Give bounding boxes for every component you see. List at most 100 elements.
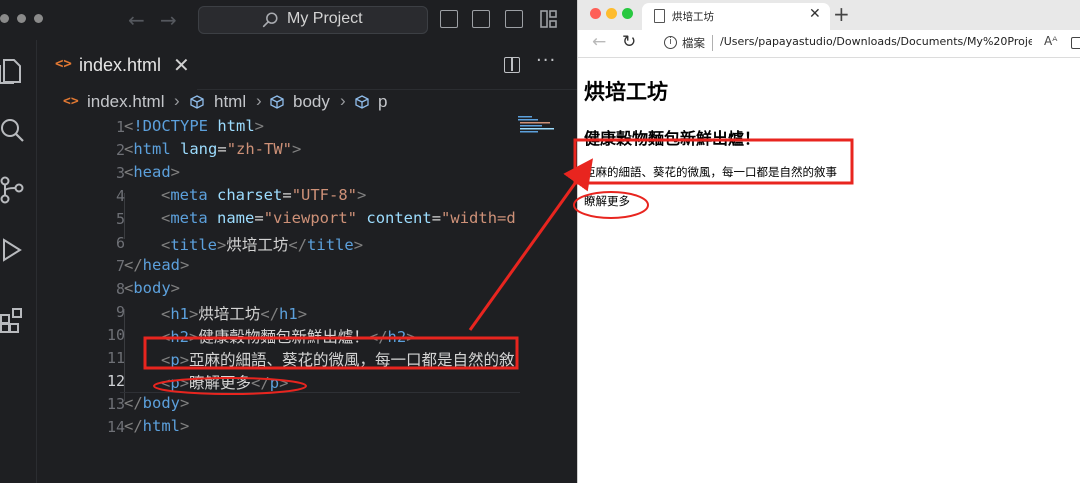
line-number: 10 bbox=[106, 325, 125, 344]
code-line[interactable]: 1 <!DOCTYPE html> bbox=[37, 116, 577, 139]
code-line[interactable]: 3 <head> bbox=[37, 162, 577, 185]
chevron-right-icon: › bbox=[256, 91, 262, 110]
extension-icon[interactable] bbox=[1071, 37, 1080, 49]
line-number: 7 bbox=[115, 256, 125, 275]
line-number: 12 bbox=[106, 372, 125, 391]
tab-label: index.html bbox=[79, 55, 162, 75]
line-number: 8 bbox=[115, 279, 125, 298]
source-control-icon[interactable] bbox=[0, 176, 24, 204]
toggle-secondary-sidebar-icon[interactable] bbox=[505, 10, 523, 28]
maximize-window-button[interactable] bbox=[622, 8, 633, 19]
line-number: 6 bbox=[115, 233, 125, 252]
chevron-right-icon: › bbox=[174, 91, 180, 110]
code-text: <meta name="viewport" content="width=d bbox=[161, 209, 516, 228]
extensions-icon[interactable] bbox=[0, 306, 24, 334]
current-line-highlight bbox=[120, 392, 520, 393]
code-line[interactable]: 4 <meta charset="UTF-8"> bbox=[37, 185, 577, 208]
vscode-window: ← → My Project <> index.html ✕ ··· <> in… bbox=[0, 0, 577, 483]
browser-tab[interactable]: 烘培工坊 ✕ bbox=[642, 3, 830, 30]
code-text: <p>亞麻的細語、葵花的微風，每一口都是自然的敘 bbox=[161, 351, 515, 369]
line-number: 1 bbox=[115, 118, 125, 136]
breadcrumb-item-file[interactable]: index.html bbox=[87, 92, 164, 112]
code-editor[interactable]: 1 <!DOCTYPE html> 2 <html lang="zh-TW"> 3 <he… bbox=[37, 114, 577, 483]
code-line[interactable]: 2 <html lang="zh-TW"> bbox=[37, 139, 577, 162]
minimize-window-button[interactable] bbox=[606, 8, 617, 19]
code-line[interactable]: 14 </html> bbox=[37, 416, 577, 439]
divider bbox=[712, 35, 713, 51]
code-text: <!DOCTYPE html> bbox=[124, 117, 265, 135]
browser-tab-strip: 烘培工坊 ✕ + bbox=[578, 0, 1080, 30]
security-label[interactable]: 檔案 bbox=[682, 35, 705, 51]
code-text: </body> bbox=[124, 394, 190, 413]
command-center-search[interactable]: My Project bbox=[198, 6, 428, 34]
window-controls[interactable] bbox=[0, 14, 43, 23]
split-editor-icon[interactable] bbox=[504, 57, 520, 73]
back-icon[interactable]: ← bbox=[592, 32, 606, 52]
element-cube-icon bbox=[355, 95, 369, 109]
element-cube-icon bbox=[190, 95, 204, 109]
run-debug-icon[interactable] bbox=[0, 236, 24, 264]
code-text: </html> bbox=[124, 417, 190, 436]
customize-layout-icon[interactable] bbox=[540, 10, 558, 28]
code-line[interactable]: 11 <p>亞麻的細語、葵花的微風，每一口都是自然的敘 bbox=[37, 347, 577, 370]
toggle-panel-icon[interactable] bbox=[472, 10, 490, 28]
line-number: 5 bbox=[115, 210, 125, 229]
page-subheading: 健康穀物麵包新鮮出爐！ bbox=[584, 129, 761, 148]
page-heading: 烘培工坊 bbox=[584, 80, 668, 104]
code-text: <head> bbox=[124, 163, 181, 182]
breadcrumb: <> index.html › html › body › p bbox=[37, 91, 577, 114]
line-number: 3 bbox=[115, 164, 125, 183]
close-icon[interactable]: ✕ bbox=[173, 53, 190, 77]
reader-mode-icon[interactable]: Aᴬ bbox=[1044, 34, 1057, 48]
new-tab-button[interactable]: + bbox=[833, 2, 850, 26]
browser-toolbar: ← ↻ i 檔案 /Users/papayastudio/Downloads/D… bbox=[578, 30, 1080, 58]
code-text: <h2>健康穀物麵包新鮮出爐！</h2> bbox=[161, 327, 416, 346]
activity-bar bbox=[0, 40, 37, 483]
title-bar: ← → My Project bbox=[0, 0, 577, 40]
line-number: 11 bbox=[106, 349, 125, 367]
line-number: 4 bbox=[115, 187, 125, 206]
back-arrow-icon[interactable]: ← bbox=[128, 8, 145, 32]
code-text: <body> bbox=[124, 278, 181, 297]
code-text: <p>瞭解更多</p> bbox=[161, 374, 289, 393]
code-text: <html lang="zh-TW"> bbox=[124, 140, 302, 159]
browser-tab-title: 烘培工坊 bbox=[672, 11, 714, 23]
breadcrumb-item-body[interactable]: body bbox=[293, 92, 330, 112]
page-paragraph: 亞麻的細語、葵花的微風，每一口都是自然的敘事 bbox=[584, 165, 837, 179]
minimap[interactable] bbox=[518, 116, 556, 136]
address-bar[interactable]: /Users/papayastudio/Downloads/Documents/… bbox=[720, 35, 1032, 48]
code-line[interactable]: 6 <title>烘培工坊</title> bbox=[37, 232, 577, 255]
tab-index-html[interactable]: <> index.html ✕ bbox=[37, 40, 197, 90]
more-icon[interactable]: ··· bbox=[536, 50, 556, 71]
info-icon[interactable]: i bbox=[664, 36, 677, 49]
forward-arrow-icon[interactable]: → bbox=[160, 8, 177, 32]
code-line[interactable]: 7 </head> bbox=[37, 255, 577, 278]
close-window-button[interactable] bbox=[590, 8, 601, 19]
explorer-icon[interactable] bbox=[0, 56, 24, 84]
code-text: </head> bbox=[124, 255, 190, 274]
code-line[interactable]: 13 </body> bbox=[37, 393, 577, 416]
code-line[interactable]: 8 <body> bbox=[37, 278, 577, 301]
reload-icon[interactable]: ↻ bbox=[622, 32, 636, 52]
document-icon bbox=[654, 9, 665, 23]
code-text: <meta charset="UTF-8"> bbox=[161, 186, 367, 205]
line-number: 9 bbox=[115, 302, 125, 321]
close-tab-icon[interactable]: ✕ bbox=[809, 6, 821, 22]
toggle-sidebar-icon[interactable] bbox=[440, 10, 458, 28]
code-line[interactable]: 5 <meta name="viewport" content="width=d bbox=[37, 208, 577, 231]
code-line[interactable]: 9 <h1>烘培工坊</h1> bbox=[37, 301, 577, 324]
editor-tab-bar: <> index.html ✕ ··· bbox=[37, 40, 577, 90]
code-text: <h1>烘培工坊</h1> bbox=[161, 304, 308, 323]
search-placeholder: My Project bbox=[287, 10, 363, 27]
html-file-icon: <> bbox=[63, 94, 79, 109]
code-line[interactable]: 12 <p>瞭解更多</p> bbox=[37, 370, 577, 393]
breadcrumb-item-p[interactable]: p bbox=[378, 92, 387, 112]
search-icon[interactable] bbox=[0, 116, 24, 144]
html-file-icon: <> bbox=[55, 56, 72, 72]
line-number: 14 bbox=[106, 418, 125, 437]
learn-more-text: 瞭解更多 bbox=[584, 194, 630, 208]
code-text: <title>烘培工坊</title> bbox=[161, 235, 364, 254]
breadcrumb-item-html[interactable]: html bbox=[214, 92, 246, 112]
code-line[interactable]: 10 <h2>健康穀物麵包新鮮出爐！</h2> bbox=[37, 324, 577, 347]
element-cube-icon bbox=[270, 95, 284, 109]
